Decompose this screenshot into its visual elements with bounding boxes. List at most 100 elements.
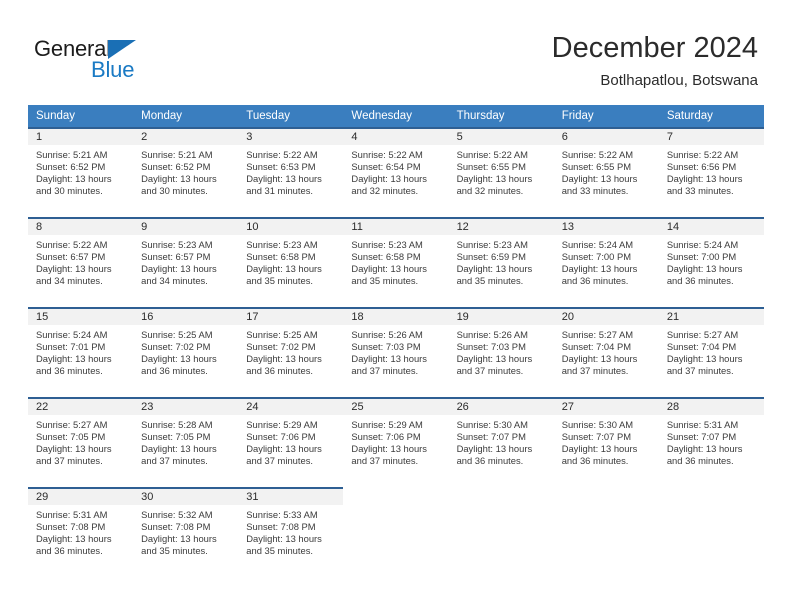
calendar-day-cell[interactable]: 24 Sunrise: 5:29 AM Sunset: 7:06 PM Dayligh…	[238, 397, 344, 481]
daylight-duration-line2: and 35 minutes.	[246, 545, 313, 557]
day-details: Sunrise: 5:31 AM Sunset: 7:08 PM Daylight:…	[28, 505, 133, 557]
day-number: 7	[658, 129, 764, 145]
sunrise-time: Sunrise: 5:23 AM	[351, 239, 423, 250]
day-number: 6	[553, 129, 659, 145]
calendar-day-cell[interactable]: 23 Sunrise: 5:28 AM Sunset: 7:05 PM Dayligh…	[133, 397, 239, 481]
sunset-time: Sunset: 7:00 PM	[666, 251, 737, 263]
calendar-day-cell[interactable]: 19 Sunrise: 5:26 AM Sunset: 7:03 PM Dayligh…	[448, 307, 554, 391]
calendar-day-cell[interactable]: 8 Sunrise: 5:22 AM Sunset: 6:57 PM Daylight…	[28, 217, 134, 301]
calendar-day-cell[interactable]: 29 Sunrise: 5:31 AM Sunset: 7:08 PM Dayligh…	[28, 487, 134, 571]
sunrise-time: Sunrise: 5:26 AM	[456, 329, 528, 340]
day-number: 11	[343, 219, 449, 235]
calendar-day-cell[interactable]: 20 Sunrise: 5:27 AM Sunset: 7:04 PM Dayligh…	[553, 307, 659, 391]
day-number: 2	[133, 129, 239, 145]
day-number: 29	[28, 489, 134, 505]
day-details: Sunrise: 5:30 AM Sunset: 7:07 PM Daylight:…	[554, 415, 659, 467]
daylight-duration-line1: Daylight: 13 hours	[36, 173, 112, 185]
day-number: 20	[553, 309, 659, 325]
calendar-day-cell[interactable]: 14 Sunrise: 5:24 AM Sunset: 7:00 PM Dayligh…	[658, 217, 764, 301]
calendar-day-cell[interactable]: 12 Sunrise: 5:23 AM Sunset: 6:59 PM Dayligh…	[448, 217, 554, 301]
sunrise-time: Sunrise: 5:30 AM	[456, 419, 528, 430]
sunrise-time: Sunrise: 5:24 AM	[561, 239, 634, 250]
calendar-grid: Sunday Monday Tuesday Wednesday Thursday…	[28, 105, 764, 571]
brand-logo[interactable]: General Blue	[34, 36, 254, 88]
sunset-time: Sunset: 7:08 PM	[36, 521, 106, 533]
calendar-day-cell[interactable]: 28 Sunrise: 5:31 AM Sunset: 7:07 PM Dayligh…	[658, 397, 764, 481]
calendar-day-cell[interactable]: 2 Sunrise: 5:21 AM Sunset: 6:52 PM Daylight…	[133, 127, 239, 211]
daylight-duration-line1: Daylight: 13 hours	[351, 353, 427, 365]
daylight-duration-line2: and 35 minutes.	[351, 275, 419, 287]
day-details: Sunrise: 5:22 AM Sunset: 6:54 PM Daylight:…	[343, 145, 448, 197]
daylight-duration-line1: Daylight: 13 hours	[246, 173, 322, 185]
daylight-duration-line2: and 37 minutes.	[351, 365, 419, 377]
day-details: Sunrise: 5:27 AM Sunset: 7:05 PM Daylight:…	[28, 415, 133, 467]
calendar-day-cell[interactable]: 4 Sunrise: 5:22 AM Sunset: 6:54 PM Daylight…	[343, 127, 449, 211]
sunrise-time: Sunrise: 5:21 AM	[141, 149, 213, 160]
daylight-duration-line2: and 36 minutes.	[36, 545, 103, 557]
calendar-day-cell[interactable]: 13 Sunrise: 5:24 AM Sunset: 7:00 PM Dayligh…	[553, 217, 659, 301]
sunset-time: Sunset: 7:03 PM	[456, 341, 526, 353]
calendar-day-cell[interactable]: 25 Sunrise: 5:29 AM Sunset: 7:06 PM Dayligh…	[343, 397, 449, 481]
daylight-duration-line2: and 34 minutes.	[36, 275, 103, 287]
calendar-day-cell[interactable]: 9 Sunrise: 5:23 AM Sunset: 6:57 PM Daylight…	[133, 217, 239, 301]
daylight-duration-line2: and 32 minutes.	[456, 185, 524, 197]
calendar-day-cell[interactable]: 16 Sunrise: 5:25 AM Sunset: 7:02 PM Dayligh…	[133, 307, 239, 391]
daylight-duration-line2: and 36 minutes.	[141, 365, 208, 377]
sunset-time: Sunset: 7:04 PM	[561, 341, 632, 353]
daylight-duration-line2: and 34 minutes.	[141, 275, 208, 287]
day-number: 19	[448, 309, 554, 325]
day-number: 14	[658, 219, 764, 235]
sunrise-time: Sunrise: 5:22 AM	[456, 149, 528, 160]
day-details: Sunrise: 5:30 AM Sunset: 7:07 PM Daylight:…	[449, 415, 554, 467]
calendar-week-row: 1 Sunrise: 5:21 AM Sunset: 6:52 PM Daylight…	[28, 127, 764, 211]
daylight-duration-line2: and 37 minutes.	[36, 455, 103, 467]
calendar-day-cell[interactable]: 26 Sunrise: 5:30 AM Sunset: 7:07 PM Dayligh…	[448, 397, 554, 481]
calendar-day-cell[interactable]: 17 Sunrise: 5:25 AM Sunset: 7:02 PM Dayligh…	[238, 307, 344, 391]
sunrise-time: Sunrise: 5:30 AM	[561, 419, 634, 430]
daylight-duration-line2: and 37 minutes.	[141, 455, 208, 467]
calendar-day-cell[interactable]: 11 Sunrise: 5:23 AM Sunset: 6:58 PM Dayligh…	[343, 217, 449, 301]
day-number: 5	[448, 129, 554, 145]
day-details: Sunrise: 5:23 AM Sunset: 6:59 PM Daylight:…	[449, 235, 554, 287]
weekday-header-thursday: Thursday	[448, 105, 554, 127]
calendar-day-cell[interactable]: 21 Sunrise: 5:27 AM Sunset: 7:04 PM Dayligh…	[658, 307, 764, 391]
daylight-duration-line1: Daylight: 13 hours	[36, 533, 112, 545]
sunset-time: Sunset: 6:58 PM	[246, 251, 316, 263]
calendar-day-cell[interactable]: 15 Sunrise: 5:24 AM Sunset: 7:01 PM Dayligh…	[28, 307, 134, 391]
sunset-time: Sunset: 7:00 PM	[561, 251, 632, 263]
weekday-header-friday: Friday	[553, 105, 659, 127]
calendar-day-cell[interactable]: 5 Sunrise: 5:22 AM Sunset: 6:55 PM Daylight…	[448, 127, 554, 211]
sunrise-time: Sunrise: 5:22 AM	[666, 149, 739, 160]
daylight-duration-line1: Daylight: 13 hours	[246, 443, 322, 455]
sunset-time: Sunset: 6:55 PM	[456, 161, 526, 173]
daylight-duration-line2: and 30 minutes.	[36, 185, 103, 197]
calendar-week-row: 8 Sunrise: 5:22 AM Sunset: 6:57 PM Daylight…	[28, 217, 764, 301]
sunrise-time: Sunrise: 5:25 AM	[141, 329, 213, 340]
daylight-duration-line2: and 36 minutes.	[666, 275, 734, 287]
day-details: Sunrise: 5:25 AM Sunset: 7:02 PM Daylight:…	[238, 325, 343, 377]
sunset-time: Sunset: 6:59 PM	[456, 251, 526, 263]
calendar-day-cell[interactable]: 27 Sunrise: 5:30 AM Sunset: 7:07 PM Dayligh…	[553, 397, 659, 481]
calendar-day-cell[interactable]: 22 Sunrise: 5:27 AM Sunset: 7:05 PM Dayligh…	[28, 397, 134, 481]
calendar-day-cell[interactable]: 1 Sunrise: 5:21 AM Sunset: 6:52 PM Daylight…	[28, 127, 134, 211]
day-number: 1	[28, 129, 134, 145]
daylight-duration-line1: Daylight: 13 hours	[666, 173, 743, 185]
calendar-day-cell[interactable]: 6 Sunrise: 5:22 AM Sunset: 6:55 PM Daylight…	[553, 127, 659, 211]
daylight-duration-line1: Daylight: 13 hours	[666, 263, 743, 275]
day-number: 10	[238, 219, 344, 235]
daylight-duration-line1: Daylight: 13 hours	[36, 353, 112, 365]
day-details: Sunrise: 5:21 AM Sunset: 6:52 PM Daylight:…	[133, 145, 238, 197]
daylight-duration-line2: and 35 minutes.	[456, 275, 524, 287]
calendar-day-cell[interactable]: 30 Sunrise: 5:32 AM Sunset: 7:08 PM Dayligh…	[133, 487, 239, 571]
sunset-time: Sunset: 6:56 PM	[666, 161, 737, 173]
day-number: 28	[658, 399, 764, 415]
calendar-day-cell[interactable]: 7 Sunrise: 5:22 AM Sunset: 6:56 PM Daylight…	[658, 127, 764, 211]
calendar-day-cell[interactable]: 31 Sunrise: 5:33 AM Sunset: 7:08 PM Dayligh…	[238, 487, 344, 571]
daylight-duration-line1: Daylight: 13 hours	[666, 353, 743, 365]
calendar-day-cell[interactable]: 18 Sunrise: 5:26 AM Sunset: 7:03 PM Dayligh…	[343, 307, 449, 391]
daylight-duration-line2: and 37 minutes.	[246, 455, 313, 467]
sunrise-time: Sunrise: 5:28 AM	[141, 419, 213, 430]
day-details: Sunrise: 5:24 AM Sunset: 7:01 PM Daylight:…	[28, 325, 133, 377]
calendar-day-cell[interactable]: 10 Sunrise: 5:23 AM Sunset: 6:58 PM Dayligh…	[238, 217, 344, 301]
calendar-day-cell[interactable]: 3 Sunrise: 5:22 AM Sunset: 6:53 PM Daylight…	[238, 127, 344, 211]
